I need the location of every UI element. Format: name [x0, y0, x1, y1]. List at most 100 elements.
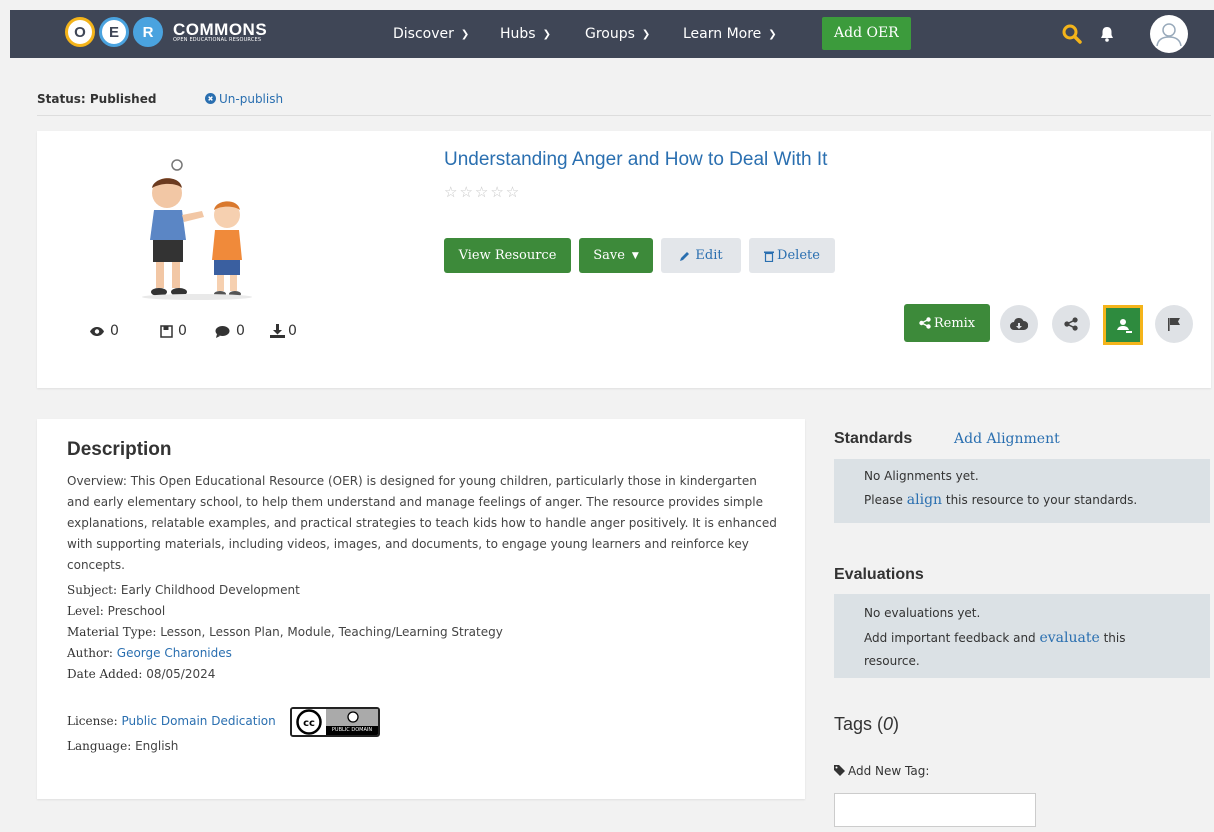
chevron-down-icon: ❯ — [542, 28, 551, 40]
logo-text: COMMONS OPEN EDUCATIONAL RESOURCES — [173, 21, 267, 43]
pencil-icon — [680, 251, 690, 261]
evaluations-heading: Evaluations — [834, 566, 924, 583]
rating-stars[interactable]: ☆☆☆☆☆ — [444, 183, 521, 201]
add-oer-button[interactable]: Add OER — [822, 17, 911, 50]
logo-letter-e: E — [99, 17, 129, 47]
pd-icon — [347, 711, 359, 723]
search-icon[interactable] — [1062, 24, 1082, 48]
align-link[interactable]: align — [907, 492, 942, 508]
subject-value: Early Childhood Development — [120, 583, 300, 597]
cloud-download-icon[interactable] — [1000, 305, 1038, 343]
nav-learn-more[interactable]: Learn More ❯ — [683, 10, 777, 58]
downloads-count: 0 — [288, 323, 297, 339]
edit-button[interactable]: Edit — [661, 238, 741, 273]
standards-heading: Standards — [834, 430, 913, 447]
evaluate-link[interactable]: evaluate — [1039, 630, 1099, 646]
resource-title[interactable]: Understanding Anger and How to Deal With… — [444, 149, 827, 171]
nav-groups-label: Groups — [585, 26, 635, 42]
evaluate-prompt: Add important feedback and evaluate this — [864, 630, 1126, 646]
nav-groups[interactable]: Groups ❯ — [585, 10, 650, 58]
date-added-label: Date Added: — [67, 667, 143, 681]
chevron-down-icon: ❯ — [768, 28, 777, 40]
close-circle-icon — [205, 93, 216, 104]
nav-discover-label: Discover — [393, 26, 454, 42]
comments-stat: 0 — [215, 323, 245, 339]
add-new-tag-label: Add New Tag: — [834, 764, 929, 778]
language-label: Language: — [67, 739, 132, 753]
evaluate-prompt-line3: resource. — [864, 654, 920, 668]
evaluate-prompt-a: Add important feedback and — [864, 631, 1040, 645]
standards-box: No Alignments yet. Please align this res… — [834, 459, 1210, 523]
level-row: Level: Preschool — [67, 604, 165, 618]
author-link[interactable]: George Charonides — [117, 646, 232, 660]
caret-down-icon: ▼ — [631, 250, 639, 261]
comment-icon — [215, 325, 230, 338]
no-alignments-text: No Alignments yet. — [864, 469, 979, 483]
saves-count: 0 — [178, 323, 187, 339]
tag-icon — [834, 765, 845, 776]
downloads-stat: 0 — [270, 323, 297, 339]
license-link[interactable]: Public Domain Dedication — [122, 714, 276, 728]
subject-row: Subject: Early Childhood Development — [67, 583, 300, 597]
views-count: 0 — [110, 323, 119, 339]
tag-input[interactable] — [834, 793, 1036, 827]
chevron-down-icon: ❯ — [641, 28, 651, 40]
nav-hubs-label: Hubs — [500, 26, 536, 42]
no-evaluations-text: No evaluations yet. — [864, 606, 981, 620]
nav-discover[interactable]: Discover ❯ — [393, 10, 469, 58]
view-resource-button[interactable]: View Resource — [444, 238, 571, 273]
align-prompt-a: Please — [864, 493, 907, 507]
google-classroom-icon[interactable] — [1103, 305, 1143, 345]
language-value: English — [135, 739, 179, 753]
level-label: Level: — [67, 604, 104, 618]
subject-label: Subject: — [67, 583, 118, 597]
cc-icon: cc — [292, 709, 326, 735]
author-label: Author: — [67, 646, 113, 660]
add-alignment-link[interactable]: Add Alignment — [954, 431, 1060, 447]
eye-icon — [90, 326, 104, 336]
align-prompt-b: this resource to your standards. — [942, 493, 1138, 507]
delete-label: Delete — [777, 248, 820, 263]
edit-label: Edit — [695, 248, 723, 263]
tags-heading: Tags (0) — [834, 714, 900, 734]
saves-stat: 0 — [160, 323, 187, 339]
unpublish-link[interactable]: Un-publish — [205, 92, 283, 106]
date-added-value: 08/05/2024 — [146, 667, 216, 681]
resource-thumbnail[interactable] — [132, 155, 262, 300]
material-type-label: Material Type: — [67, 625, 157, 639]
top-navbar: O E R COMMONS OPEN EDUCATIONAL RESOURCES… — [10, 10, 1214, 58]
nav-hubs[interactable]: Hubs ❯ — [500, 10, 551, 58]
evaluate-prompt-b: this — [1099, 631, 1126, 645]
bell-icon[interactable] — [1100, 26, 1114, 46]
logo-letter-r: R — [133, 17, 163, 47]
remix-button[interactable]: Remix — [904, 304, 990, 342]
level-value: Preschool — [107, 604, 166, 618]
cc-public-domain-badge[interactable]: cc PUBLIC DOMAIN — [290, 707, 380, 737]
svg-text:cc: cc — [303, 718, 315, 729]
description-card: Description Overview: This Open Educatio… — [37, 419, 805, 799]
oer-commons-logo[interactable]: O E R COMMONS OPEN EDUCATIONAL RESOURCES — [65, 17, 267, 47]
share-icon[interactable] — [1052, 305, 1090, 343]
save-dropdown-button[interactable]: Save ▼ — [579, 238, 653, 273]
nav-learn-more-label: Learn More — [683, 26, 762, 42]
delete-button[interactable]: Delete — [749, 238, 835, 273]
flag-icon[interactable] — [1155, 305, 1193, 343]
license-label: License: — [67, 714, 118, 728]
save-label: Save — [593, 248, 625, 263]
tags-label: Tags — [834, 714, 873, 734]
author-row: Author: George Charonides — [67, 646, 232, 660]
user-avatar-icon[interactable] — [1150, 15, 1188, 53]
description-overview: Overview: This Open Educational Resource… — [67, 474, 777, 572]
views-stat: 0 — [89, 323, 119, 339]
logo-letter-o: O — [65, 17, 95, 47]
trash-icon — [764, 251, 775, 262]
remix-label: Remix — [933, 315, 976, 331]
evaluations-box: No evaluations yet. Add important feedba… — [834, 594, 1210, 678]
add-new-tag-text: Add New Tag: — [848, 764, 930, 778]
description-heading: Description — [67, 439, 172, 460]
material-type-row: Material Type: Lesson, Lesson Plan, Modu… — [67, 625, 503, 639]
divider — [37, 115, 1211, 116]
material-type-value: Lesson, Lesson Plan, Module, Teaching/Le… — [160, 625, 503, 639]
logo-subtitle: OPEN EDUCATIONAL RESOURCES — [173, 37, 262, 43]
resource-header-card: 0 0 0 0 Understanding Anger and How to D… — [37, 131, 1211, 388]
